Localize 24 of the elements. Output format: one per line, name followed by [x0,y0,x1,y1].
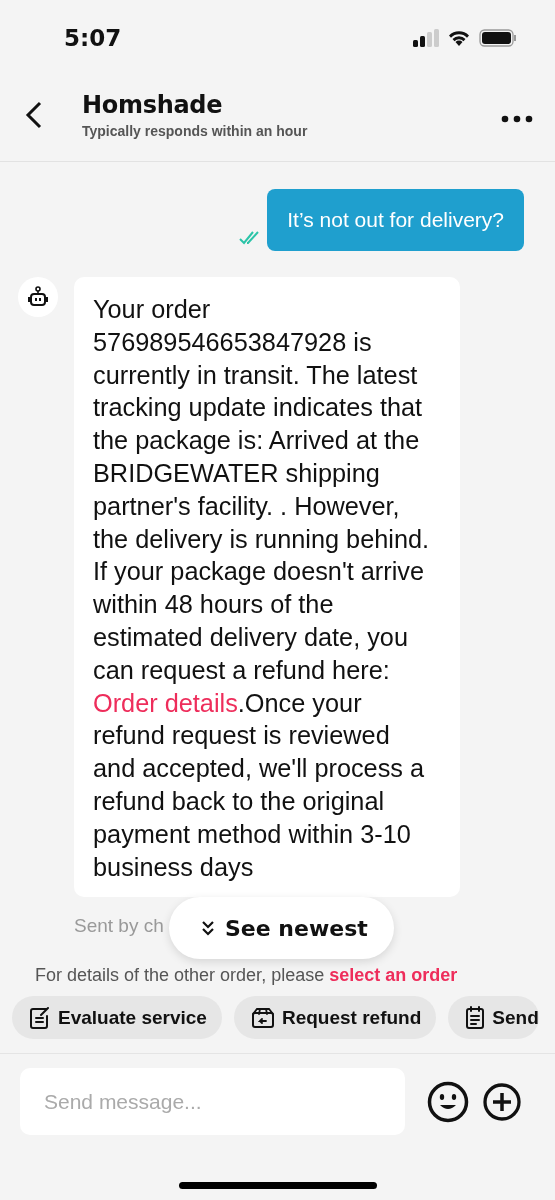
clipboard-icon [465,1005,486,1030]
sender-note: Sent by ch [74,915,164,938]
note-edit-icon [29,1005,51,1030]
message-input[interactable]: Send message... [20,1068,405,1135]
wifi-icon [447,28,471,47]
clock: 5:07 [64,24,122,51]
battery-icon [479,28,517,47]
response-time-subtitle: Typically responds within an hour [82,123,309,139]
see-newest-button[interactable]: See newest [169,897,394,960]
signal-icon [413,28,439,47]
robot-icon [28,286,48,308]
box-return-icon [250,1006,275,1029]
chat-title: Homshade [82,91,224,119]
quick-action-chip[interactable]: Send [448,996,539,1039]
quick-action-chip[interactable]: Request refund [233,996,437,1039]
sent-message: It’s not out for delivery? [267,189,524,251]
order-details-link[interactable]: Order details [93,688,238,717]
emoji-button[interactable] [427,1080,469,1123]
received-message: Your order 576989546653847928 is currently in transit. The latest tracking update indicates that the package is: Arrived at the BRIDGEWATER shipping partner's facility. . However, the delivery is running behind. If your package doesn't arrive within 48 hours of the estimated delivery date, you can request a refund here: Order details.Once your refund request is reviewed and accepted, we'll process a refund back to the original payment method within 3-10 business days [74,277,460,898]
double-chevron-down-icon [201,920,215,937]
order-notice: For details of the other order, please select an order [34,964,459,986]
select-order-link[interactable]: select an order [329,965,458,986]
quick-action-chip[interactable]: Evaluate service [12,996,222,1039]
add-button[interactable] [483,1082,521,1121]
